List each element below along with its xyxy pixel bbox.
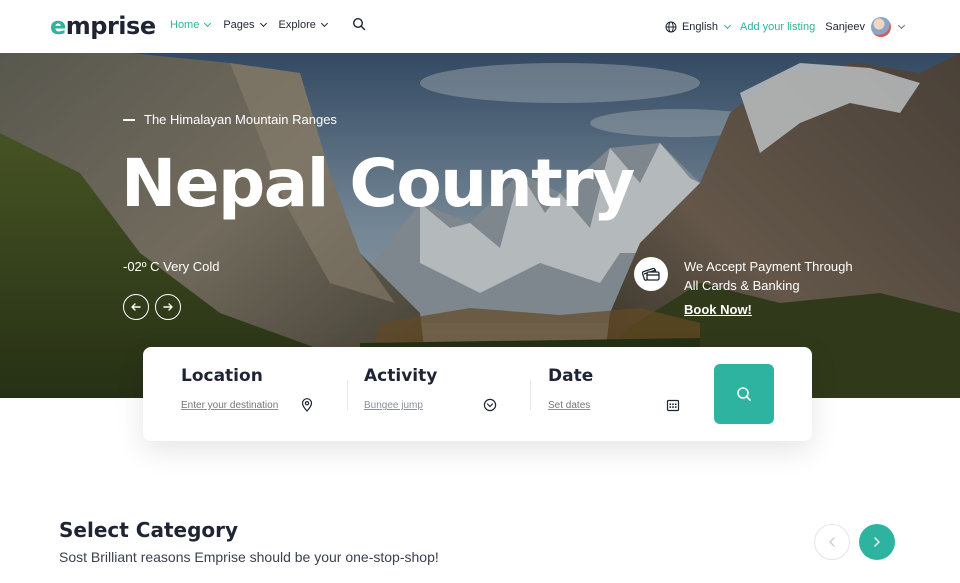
book-now-link[interactable]: Book Now! [684,302,752,317]
calendar-icon[interactable] [666,398,680,412]
chevron-down-icon [723,21,732,30]
dash-decoration [123,118,135,121]
chevron-down-icon [259,19,267,28]
search-icon[interactable] [352,17,366,31]
hero-arrows [123,294,181,320]
field-divider [347,380,348,410]
logo[interactable]: emprise [50,12,156,40]
location-label: Location [181,366,263,386]
activity-label: Activity [364,366,438,386]
arrow-right-icon[interactable] [155,294,181,320]
globe-icon [665,21,677,33]
arrow-left-icon[interactable] [123,294,149,320]
language-selector[interactable]: English [665,21,732,33]
search-icon [737,387,751,401]
location-field: Location [181,347,321,441]
search-card: Location Activity Bungee jump Date [143,347,812,441]
nav-right: English Add your listing Sanjeev [665,17,906,37]
activity-select[interactable]: Bungee jump [364,400,423,411]
category-title: Select Category [59,518,239,542]
date-input[interactable] [548,400,638,411]
add-listing-link[interactable]: Add your listing [740,21,815,33]
date-field: Date [548,347,688,441]
hero-temperature: -02º C Very Cold [123,259,220,274]
chevron-right-icon[interactable] [859,524,895,560]
field-divider [530,380,531,410]
nav-links: Home Pages Explore [170,19,328,31]
nav-explore[interactable]: Explore [279,19,328,31]
activity-field: Activity Bungee jump [364,347,504,441]
chevron-down-icon [320,19,328,28]
chevron-left-icon[interactable] [814,524,850,560]
date-label: Date [548,366,594,386]
category-subtitle: Sost Brilliant reasons Emprise should be… [59,549,439,565]
map-pin-icon [301,398,313,412]
user-menu[interactable]: Sanjeev [825,17,906,37]
chevron-down-icon [897,21,906,30]
payment-info: We Accept Payment Through All Cards & Ba… [684,259,853,293]
location-input[interactable] [181,400,291,411]
nav-home[interactable]: Home [170,19,212,31]
nav-pages[interactable]: Pages [223,19,267,31]
chevron-down-icon [204,19,212,28]
search-button[interactable] [714,364,774,424]
navbar: emprise Home Pages Explore English Add y… [0,0,960,53]
avatar [871,17,891,37]
hero-title: Nepal Country [121,145,635,222]
hero-subtitle: The Himalayan Mountain Ranges [123,112,337,127]
credit-card-icon [634,257,668,291]
chevron-down-circle-icon[interactable] [483,398,497,412]
